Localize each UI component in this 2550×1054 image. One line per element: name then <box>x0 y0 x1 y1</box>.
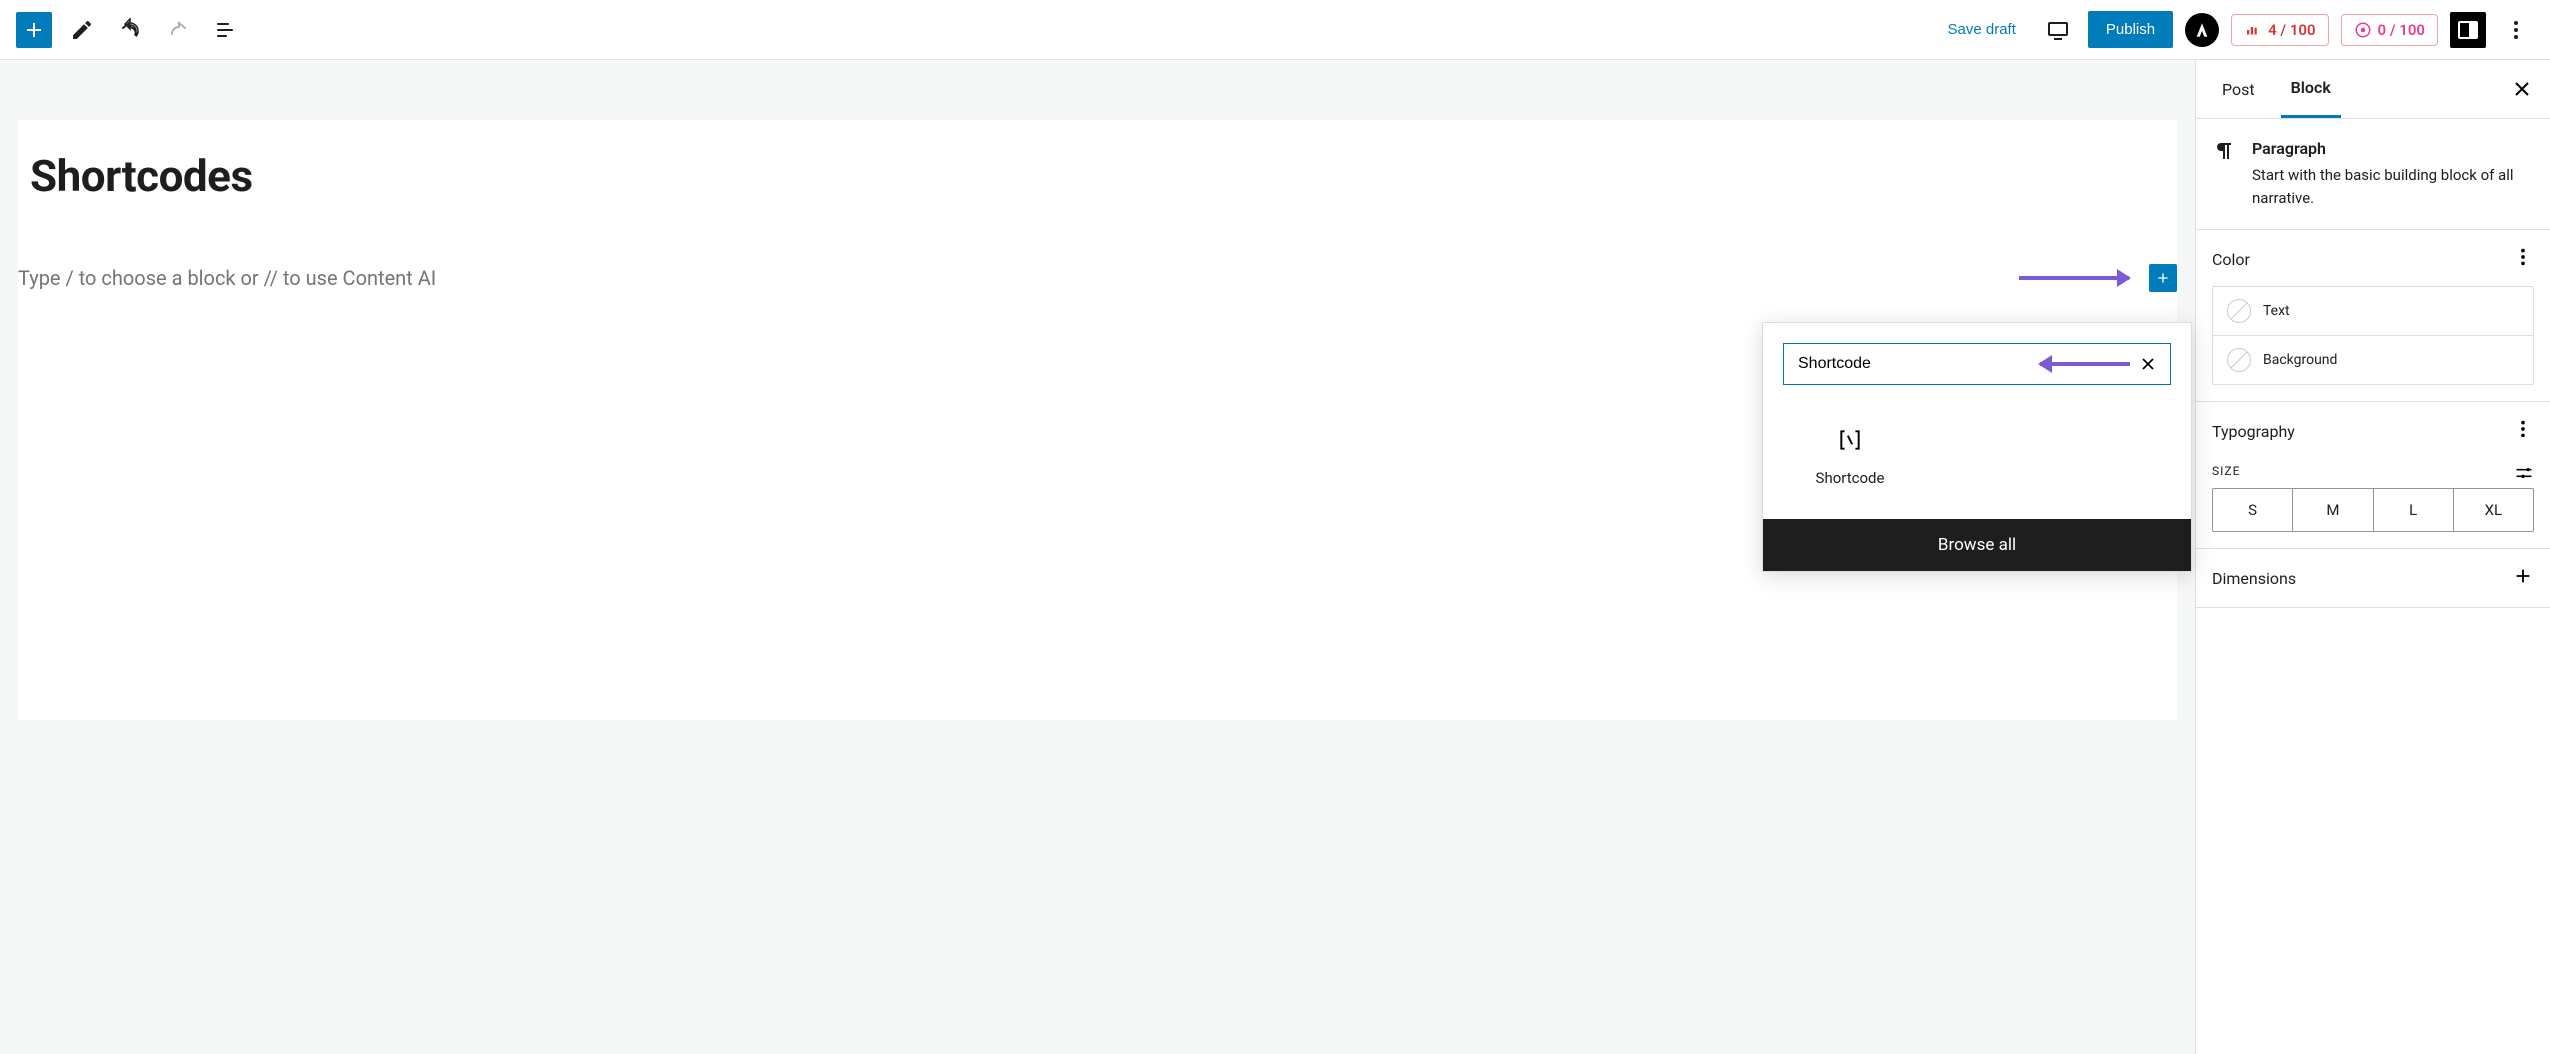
desktop-icon <box>2046 18 2070 42</box>
block-item-label: Shortcode <box>1785 469 1915 487</box>
seo-score-pill[interactable]: 4 / 100 <box>2231 14 2328 46</box>
close-sidebar-icon[interactable] <box>2510 77 2534 101</box>
tab-post[interactable]: Post <box>2212 62 2265 117</box>
swatch-icon <box>2227 348 2251 372</box>
size-s[interactable]: S <box>2213 489 2292 531</box>
undo-button[interactable] <box>112 12 148 48</box>
list-view-icon <box>214 18 238 42</box>
options-button[interactable] <box>2498 12 2534 48</box>
astra-icon <box>2193 21 2211 39</box>
empty-paragraph-row: Type / to choose a block or // to use Co… <box>18 262 2177 294</box>
preview-button[interactable] <box>2040 12 2076 48</box>
editor-canvas-wrap: Shortcodes Type / to choose a block or /… <box>0 60 2195 1054</box>
redo-button[interactable] <box>160 12 196 48</box>
document-overview-button[interactable] <box>208 12 244 48</box>
typography-panel: Typography SIZE S M L XL <box>2196 402 2550 549</box>
kebab-icon <box>2512 418 2534 440</box>
text-color-item[interactable]: Text <box>2213 287 2533 335</box>
publish-button[interactable]: Publish <box>2088 11 2173 48</box>
size-label: SIZE <box>2212 464 2240 478</box>
block-description: Start with the basic building block of a… <box>2252 164 2534 209</box>
settings-sidebar-toggle[interactable] <box>2450 12 2486 48</box>
size-l[interactable]: L <box>2373 489 2453 531</box>
size-xl[interactable]: XL <box>2453 489 2533 531</box>
ai-badge-icon <box>2354 21 2372 39</box>
undo-icon <box>118 18 142 42</box>
paragraph-icon <box>2212 139 2236 209</box>
color-panel-options[interactable] <box>2512 246 2534 272</box>
block-name: Paragraph <box>2252 139 2534 158</box>
pencil-icon <box>70 18 94 42</box>
dimensions-add-button[interactable] <box>2512 565 2534 591</box>
block-inserter-toggle[interactable] <box>16 12 52 48</box>
block-search-input[interactable] <box>1796 354 2032 374</box>
post-title[interactable]: Shortcodes <box>30 150 2177 202</box>
block-results: Shortcode <box>1763 405 2191 519</box>
block-card: Paragraph Start with the basic building … <box>2196 119 2550 230</box>
redo-icon <box>166 18 190 42</box>
settings-slider-icon[interactable] <box>2514 463 2534 483</box>
dimensions-panel-title: Dimensions <box>2212 569 2296 588</box>
editor-workspace: Shortcodes Type / to choose a block or /… <box>0 60 2550 1054</box>
font-size-segmented: S M L XL <box>2212 488 2534 532</box>
sidebar-tabs: Post Block <box>2196 60 2550 119</box>
settings-sidebar: Post Block Paragraph Start with the basi… <box>2195 60 2550 1054</box>
annotation-arrow-to-inserter <box>2019 276 2129 280</box>
typography-panel-title: Typography <box>2212 422 2295 441</box>
content-ai-score-pill[interactable]: 0 / 100 <box>2341 14 2438 46</box>
kebab-icon <box>2504 18 2528 42</box>
typography-panel-options[interactable] <box>2512 418 2534 444</box>
swatch-icon <box>2227 299 2251 323</box>
inline-block-inserter[interactable] <box>2149 264 2177 292</box>
plus-icon <box>2155 267 2171 289</box>
color-panel-title: Color <box>2212 250 2250 269</box>
editor-toolbar: Save draft Publish 4 / 100 0 / 100 <box>0 0 2550 60</box>
shortcode-icon <box>1785 427 1915 457</box>
size-m[interactable]: M <box>2292 489 2372 531</box>
plus-icon <box>2512 565 2534 587</box>
browse-all-button[interactable]: Browse all <box>1763 519 2191 571</box>
chart-icon <box>2244 21 2262 39</box>
kebab-icon <box>2512 246 2534 268</box>
save-draft-button[interactable]: Save draft <box>1936 13 2028 46</box>
editor-canvas[interactable]: Shortcodes Type / to choose a block or /… <box>18 120 2177 720</box>
tools-button[interactable] <box>64 12 100 48</box>
dimensions-panel: Dimensions <box>2196 549 2550 608</box>
background-color-item[interactable]: Background <box>2213 335 2533 384</box>
sidebar-icon <box>2456 18 2480 42</box>
annotation-arrow-to-search <box>2040 362 2130 366</box>
plus-icon <box>22 18 46 42</box>
block-inserter-popup: Shortcode Browse all <box>1762 322 2192 572</box>
clear-search-icon[interactable] <box>2138 354 2158 374</box>
tab-block[interactable]: Block <box>2281 60 2341 118</box>
color-panel: Color Text Background <box>2196 230 2550 402</box>
astra-badge[interactable] <box>2185 13 2219 47</box>
block-item-shortcode[interactable]: Shortcode <box>1785 415 1915 499</box>
paragraph-placeholder[interactable]: Type / to choose a block or // to use Co… <box>18 262 2149 294</box>
block-search-field[interactable] <box>1783 343 2171 385</box>
